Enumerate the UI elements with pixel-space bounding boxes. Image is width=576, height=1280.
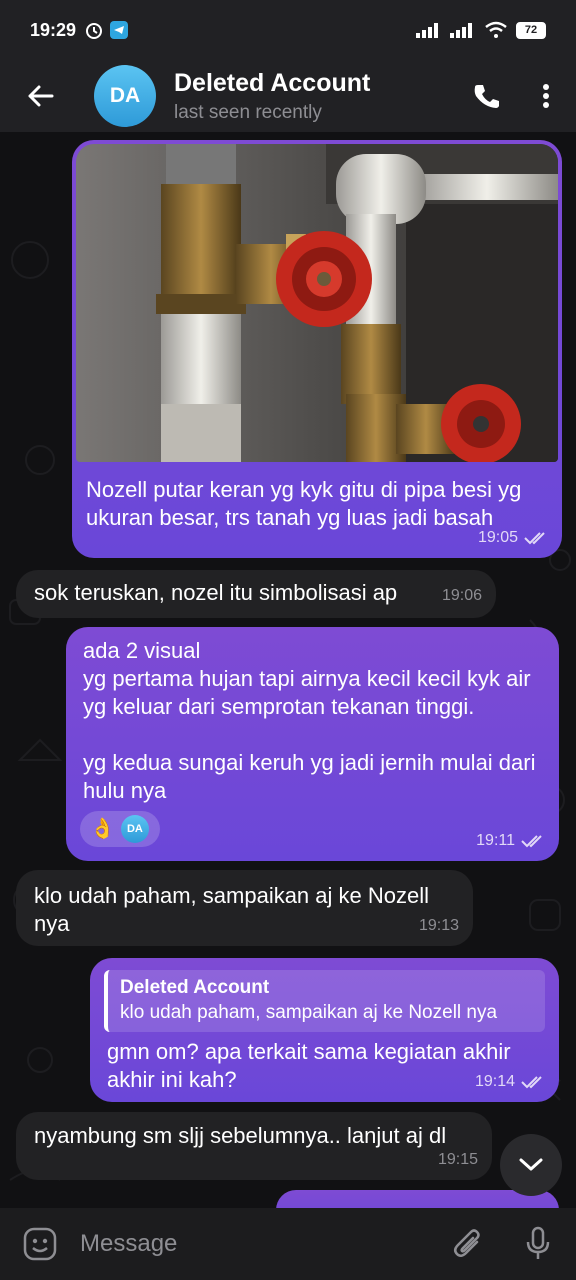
message-meta: 19:06 <box>442 582 482 610</box>
avatar[interactable]: DA <box>94 65 156 127</box>
back-arrow-icon <box>28 85 54 107</box>
message-time: 19:13 <box>418 917 459 934</box>
message-meta: 19:11 <box>476 827 545 855</box>
message-meta: 19:05 <box>478 524 548 552</box>
chat-title: Deleted Account <box>174 68 371 97</box>
chat-header: DA Deleted Account last seen recently <box>0 60 576 132</box>
battery-icon: 72 <box>516 21 546 39</box>
message-bubble-outgoing[interactable]: Nozell putar keran yg kyk gitu di pipa b… <box>72 140 562 558</box>
attach-button[interactable] <box>436 1208 500 1280</box>
message-time: 19:14 <box>474 1073 515 1090</box>
reply-quote[interactable]: Deleted Account klo udah paham, sampaika… <box>104 970 545 1032</box>
message-meta: 19:14 <box>475 1068 545 1096</box>
message-text: sok teruskan, nozel itu simbolisasi ap <box>34 580 398 605</box>
message-photo[interactable] <box>76 144 558 462</box>
message-bubble-incoming[interactable]: sok teruskan, nozel itu simbolisasi ap 1… <box>16 570 496 618</box>
reaction-chip[interactable]: 👌 DA <box>80 811 160 847</box>
back-button[interactable] <box>0 60 80 132</box>
voice-message-button[interactable] <box>500 1208 576 1280</box>
attach-icon <box>454 1229 480 1257</box>
message-text: klo udah paham, sampaikan aj ke Nozell n… <box>34 883 436 936</box>
message-meta: 19:15 <box>438 1146 478 1174</box>
message-input[interactable]: Message <box>80 1230 436 1258</box>
phone-icon <box>474 85 499 108</box>
message-text: ada 2 visual yg pertama hujan tapi airny… <box>83 638 536 803</box>
emoji-icon <box>23 1227 57 1261</box>
reply-sender: Deleted Account <box>120 977 270 998</box>
message-bubble-incoming[interactable]: klo udah paham, sampaikan aj ke Nozell n… <box>16 870 473 946</box>
mic-icon <box>526 1226 550 1259</box>
alarm-icon <box>86 23 103 39</box>
message-time: 19:06 <box>441 587 482 604</box>
more-options-button[interactable] <box>516 60 576 132</box>
reply-text: klo udah paham, sampaikan aj ke Nozell n… <box>120 1002 498 1023</box>
message-input-bar: Message <box>0 1208 576 1280</box>
double-check-icon <box>524 532 545 545</box>
signal-icon <box>416 23 438 38</box>
message-meta: 19:13 <box>419 912 459 940</box>
double-check-icon <box>521 1076 542 1089</box>
message-text: nyambung sm sljj sebelumnya.. lanjut aj … <box>34 1123 447 1148</box>
reaction-emoji: 👌 <box>90 818 115 840</box>
message-bubble-incoming[interactable]: nyambung sm sljj sebelumnya.. lanjut aj … <box>16 1112 492 1180</box>
chat-info[interactable]: Deleted Account last seen recently <box>174 69 456 124</box>
wifi-icon <box>485 21 507 38</box>
emoji-button[interactable] <box>0 1208 80 1280</box>
message-bubble-outgoing[interactable]: Deleted Account klo udah paham, sampaika… <box>90 958 559 1102</box>
chevron-down-icon <box>519 1158 543 1171</box>
message-bubble-outgoing[interactable]: ada 2 visual yg pertama hujan tapi airny… <box>66 627 559 861</box>
telegram-icon <box>110 21 129 39</box>
message-time: 19:15 <box>437 1151 478 1168</box>
status-time: 19:29 <box>30 19 77 40</box>
last-seen-status: last seen recently <box>174 101 322 123</box>
call-button[interactable] <box>456 60 516 132</box>
double-check-icon <box>521 835 542 848</box>
message-time: 19:05 <box>477 529 518 546</box>
reaction-avatar: DA <box>120 815 149 843</box>
more-vert-icon <box>543 84 549 108</box>
status-bar: 19:29 72 <box>0 0 576 60</box>
message-time: 19:11 <box>476 832 515 849</box>
scroll-to-bottom-button[interactable] <box>500 1134 562 1196</box>
signal-icon <box>450 23 472 38</box>
